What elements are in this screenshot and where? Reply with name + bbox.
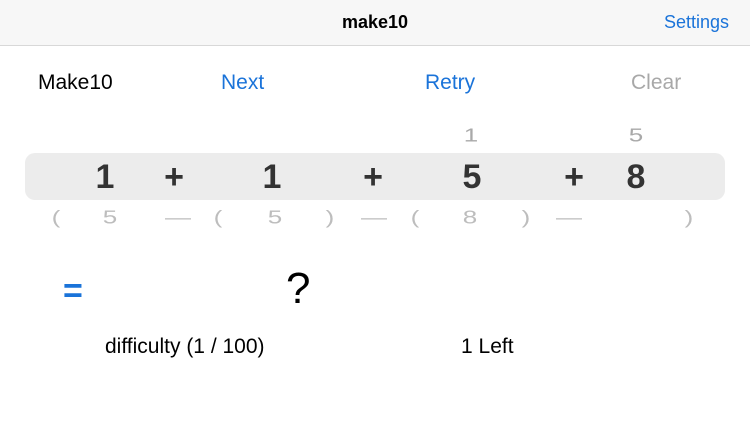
picker-operator-3[interactable]: + (544, 157, 604, 197)
next-button[interactable]: Next (221, 71, 264, 95)
picker-digit-4[interactable]: 8 (606, 157, 666, 197)
picker-above-value[interactable]: 5 (606, 125, 666, 146)
picker-digit-2[interactable]: 1 (242, 157, 302, 197)
retry-button[interactable]: Retry (425, 71, 475, 95)
picker-digit-3[interactable]: 5 (442, 157, 502, 197)
difficulty-label: difficulty (1 / 100) (105, 335, 265, 358)
picker-below-value[interactable]: ( (188, 207, 248, 228)
picker-below-value[interactable]: ) (659, 207, 719, 228)
picker-digit-1[interactable]: 1 (75, 157, 135, 197)
picker-operator-1[interactable]: + (144, 157, 204, 197)
picker-below-value[interactable]: ( (385, 207, 445, 228)
clear-button[interactable]: Clear (631, 71, 681, 95)
equals-sign: = (63, 272, 83, 310)
picker-operator-2[interactable]: + (343, 157, 403, 197)
picker-below-value[interactable]: ( (26, 207, 86, 228)
picker-above-value[interactable]: 1 (441, 125, 501, 146)
picker-below-value[interactable]: 5 (245, 207, 305, 228)
remaining-count: 1 Left (461, 335, 514, 358)
page-title: make10 (341, 12, 409, 32)
navigation-bar: make10 Settings (0, 0, 750, 46)
app-label: Make10 (38, 71, 113, 94)
result-value: ? (286, 264, 311, 313)
picker-below-value[interactable]: — (539, 207, 599, 228)
picker-below-value[interactable]: 5 (80, 207, 140, 228)
picker-below-value[interactable]: 8 (440, 207, 500, 228)
app-screen: make10 Settings Make10 Next Retry Clear … (0, 0, 750, 422)
settings-button[interactable]: Settings (664, 12, 729, 33)
